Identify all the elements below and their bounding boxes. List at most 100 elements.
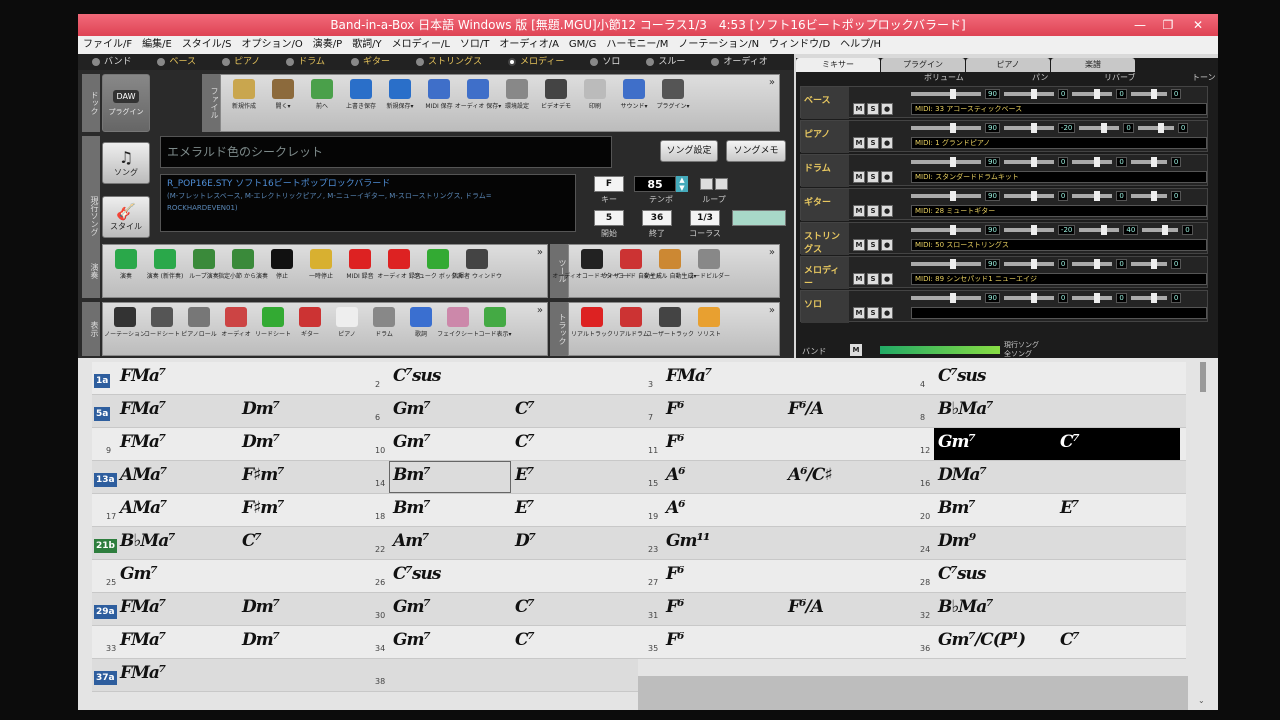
vol-value[interactable]: 90 bbox=[985, 157, 1000, 167]
track-radio-3[interactable]: ドラム bbox=[272, 54, 337, 70]
instrument-select[interactable]: MIDI: 50 スローストリングス bbox=[911, 239, 1207, 251]
record-button[interactable]: ● bbox=[881, 171, 893, 183]
tone-slider[interactable] bbox=[1130, 89, 1167, 99]
save-button[interactable]: 上書き保存 bbox=[342, 77, 380, 110]
mute-button[interactable]: M bbox=[853, 239, 865, 251]
vol-value[interactable]: 90 bbox=[985, 293, 1000, 303]
folder-button[interactable]: 新規作成 bbox=[225, 77, 263, 110]
chord-symbol[interactable]: C⁷sus bbox=[393, 366, 441, 386]
menu-item-10[interactable]: ハーモニー/M bbox=[601, 36, 673, 54]
solo-button[interactable]: S bbox=[867, 137, 879, 149]
chord-symbol[interactable]: C⁷ bbox=[1060, 630, 1080, 650]
chord-symbol[interactable]: Gm⁷ bbox=[120, 564, 158, 584]
sound-button[interactable]: サウンド▾ bbox=[615, 77, 653, 110]
chord-symbol[interactable]: C⁷sus bbox=[938, 564, 986, 584]
rev-slider[interactable] bbox=[1072, 191, 1113, 201]
prefs-button[interactable]: 環境設定 bbox=[498, 77, 536, 110]
section-marker[interactable]: 21b bbox=[94, 539, 117, 553]
chord-symbol[interactable]: F⁶ bbox=[666, 630, 684, 650]
pan-slider[interactable] bbox=[1003, 259, 1054, 269]
record-button[interactable]: ● bbox=[881, 239, 893, 251]
conductor-button[interactable]: 指揮者 ウィンドウ bbox=[452, 247, 502, 280]
menu-item-12[interactable]: ウィンドウ/D bbox=[764, 36, 835, 54]
mute-button[interactable]: M bbox=[853, 103, 865, 115]
chord-symbol[interactable]: Gm⁷ bbox=[393, 432, 431, 452]
vol-slider[interactable] bbox=[911, 123, 981, 133]
chord-symbol[interactable]: C⁷ bbox=[515, 399, 535, 419]
mute-button[interactable]: M bbox=[853, 205, 865, 217]
menu-item-3[interactable]: オプション/O bbox=[237, 36, 308, 54]
rev-slider[interactable] bbox=[1079, 123, 1120, 133]
pause-button[interactable]: 一時停止 bbox=[302, 247, 340, 280]
solo-button[interactable]: S bbox=[867, 307, 879, 319]
chord-symbol[interactable]: F♯m⁷ bbox=[242, 465, 285, 485]
chord-symbol[interactable]: Am⁷ bbox=[393, 531, 430, 551]
pan-value[interactable]: 0 bbox=[1057, 259, 1069, 269]
record-button[interactable]: ● bbox=[881, 137, 893, 149]
instrument-select[interactable]: MIDI: 28 ミュートギター bbox=[911, 205, 1207, 217]
key-field[interactable]: F bbox=[594, 176, 624, 192]
more-icon[interactable]: » bbox=[769, 247, 775, 258]
section-marker[interactable]: 13a bbox=[94, 473, 117, 487]
chord-symbol[interactable]: Dm⁹ bbox=[938, 531, 976, 551]
track-radio-0[interactable]: バンド bbox=[78, 54, 143, 70]
rev-value[interactable]: 0 bbox=[1116, 293, 1127, 303]
menu-item-4[interactable]: 演奏/P bbox=[308, 36, 347, 54]
solo-button[interactable]: S bbox=[867, 273, 879, 285]
audio-save-button[interactable]: オーディオ 保存▾ bbox=[455, 77, 501, 110]
pan-value[interactable]: 0 bbox=[1057, 89, 1069, 99]
record-button[interactable]: ● bbox=[881, 103, 893, 115]
style-info-box[interactable]: R_POP16E.STY ソフト16ビートポップロックバラード (M-フレットレ… bbox=[160, 174, 576, 232]
instrument-select[interactable] bbox=[911, 307, 1207, 319]
chord-symbol[interactable]: Bm⁷ bbox=[938, 498, 976, 518]
guitar-button[interactable]: ギター bbox=[292, 305, 328, 338]
chord-symbol[interactable]: E⁷ bbox=[1060, 498, 1079, 518]
chord-symbol[interactable]: Dm⁷ bbox=[242, 432, 280, 452]
soloist-button[interactable]: ソリスト bbox=[690, 305, 728, 338]
chord-symbol[interactable]: Gm⁷/C(P¹) bbox=[938, 630, 1026, 650]
chord-symbol[interactable]: A⁶/C♯ bbox=[788, 465, 833, 485]
more-icon[interactable]: » bbox=[537, 247, 543, 258]
tempo-spinner-icon[interactable]: ▲ ▼ bbox=[676, 176, 688, 192]
midi-save-button[interactable]: MIDI 保存 bbox=[420, 77, 458, 110]
pan-slider[interactable] bbox=[1003, 191, 1054, 201]
chord-symbol[interactable]: A⁶ bbox=[666, 465, 686, 485]
song-memo-button[interactable]: ソングメモ bbox=[726, 140, 786, 162]
vol-slider[interactable] bbox=[911, 225, 981, 235]
maximize-icon[interactable]: ❐ bbox=[1154, 14, 1182, 36]
rev-value[interactable]: 0 bbox=[1123, 123, 1134, 133]
menu-item-5[interactable]: 歌詞/Y bbox=[347, 36, 386, 54]
tone-value[interactable]: 0 bbox=[1182, 225, 1193, 235]
tone-value[interactable]: 0 bbox=[1170, 259, 1182, 269]
realtracks-button[interactable]: リアルトラック bbox=[571, 305, 613, 338]
record-button[interactable]: ● bbox=[881, 205, 893, 217]
section-marker[interactable]: 29a bbox=[94, 605, 117, 619]
chord-symbol[interactable]: C⁷ bbox=[515, 597, 535, 617]
chord-symbol[interactable]: FMa⁷ bbox=[120, 630, 166, 650]
more-icon[interactable]: » bbox=[769, 305, 775, 316]
chord-symbol[interactable]: Dm⁷ bbox=[242, 597, 280, 617]
chord-symbol[interactable]: F⁶ bbox=[666, 399, 684, 419]
pan-value[interactable]: -20 bbox=[1057, 123, 1076, 133]
lyrics-button[interactable]: 歌詞 bbox=[403, 305, 439, 338]
chord-symbol[interactable]: D⁷ bbox=[515, 531, 536, 551]
chord-symbol[interactable]: B♭Ma⁷ bbox=[938, 597, 994, 617]
rev-value[interactable]: 0 bbox=[1116, 191, 1127, 201]
solo-button[interactable]: S bbox=[867, 205, 879, 217]
realdrums-button[interactable]: リアルドラム bbox=[612, 305, 650, 338]
plugin-dock-label[interactable]: プラグイン bbox=[109, 107, 144, 117]
chord-symbol[interactable]: Bm⁷ bbox=[393, 498, 431, 518]
solo-button[interactable]: S bbox=[867, 103, 879, 115]
chord-symbol[interactable]: C⁷sus bbox=[938, 366, 986, 386]
menu-item-0[interactable]: ファイル/F bbox=[78, 36, 137, 54]
menu-item-1[interactable]: 編集/E bbox=[137, 36, 177, 54]
vol-value[interactable]: 90 bbox=[985, 259, 1000, 269]
chord-symbol[interactable]: E⁷ bbox=[515, 465, 534, 485]
menu-item-9[interactable]: GM/G bbox=[564, 36, 602, 54]
chord-symbol[interactable]: C⁷ bbox=[515, 630, 535, 650]
play-button[interactable]: 演奏 bbox=[107, 247, 145, 280]
pan-slider[interactable] bbox=[1003, 225, 1054, 235]
vol-value[interactable]: 90 bbox=[985, 225, 1000, 235]
record-button[interactable]: MIDI 録音 bbox=[341, 247, 379, 280]
tone-value[interactable]: 0 bbox=[1177, 123, 1189, 133]
